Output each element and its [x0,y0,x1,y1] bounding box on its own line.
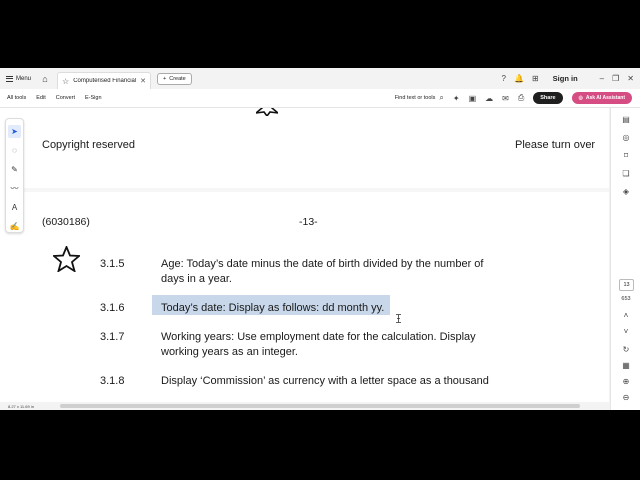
share-button[interactable]: Share [533,92,563,104]
convert-menu[interactable]: Convert [56,95,75,101]
item-text-line: Display ‘Commission’ as currency with a … [161,375,489,387]
document-code: (6030186) [42,216,90,228]
tab-document[interactable]: ☆ Computerised Financial... ✕ [57,72,152,89]
right-sidebar: ▤ ◎ ⌑ ❏ ◈ 13 653 ˄ ˅ ↻ ▦ ⊕ ⊖ [610,108,640,410]
item-number: 3.1.6 [100,302,125,314]
zoom-out-icon[interactable]: ⊖ [620,392,632,404]
footer-turn-over: Please turn over [515,139,596,151]
toolbar-menu: All tools Edit Convert E-Sign [0,95,102,101]
create-label: Create [169,75,186,82]
ai-label: Ask AI Assistant [585,95,625,101]
rotate-icon[interactable]: ↻ [620,344,632,356]
text-box-icon[interactable]: A [8,201,21,214]
page-13: (6030186) -13- 3.1.5 Age: Today’s date m… [24,192,609,403]
zoom-in-icon[interactable]: ⊕ [620,376,632,388]
tab-title: Computerised Financial... [73,78,137,84]
text-cursor-icon [396,314,401,323]
print-icon[interactable]: ⎙ [518,93,524,103]
item-text-line: working years as an integer. [161,346,298,358]
chevron-up-icon[interactable]: ˄ [620,310,632,322]
highlight-pen-icon[interactable]: ✎ [8,163,21,176]
bookmark-icon[interactable]: ⌑ [620,150,632,162]
chevron-down-icon[interactable]: ˅ [620,326,632,338]
footer-copyright: Copyright reserved [42,139,135,151]
item-number: 3.1.5 [100,258,125,270]
help-icon[interactable]: ? [502,74,506,83]
edit-menu[interactable]: Edit [36,95,45,101]
tab-bar: Menu ⌂ ☆ Computerised Financial... ✕ + C… [0,68,640,89]
copy-icon[interactable]: ❏ [620,168,632,180]
toolbar: All tools Edit Convert E-Sign Find text … [0,89,640,108]
create-button[interactable]: + Create [157,72,192,85]
save-icon[interactable]: ▣ [469,94,477,103]
home-icon[interactable]: ⌂ [37,68,53,89]
find-label: Find text or tools [394,95,436,101]
window-controls: ? 🔔 ⊞ Sign in – ❐ ✕ [502,68,640,89]
toolbar-right: Find text or tools ⌕ ✦ ▣ ☁ ✉ ⎙ Share ◎ A… [395,92,640,104]
close-tab-icon[interactable]: ✕ [140,77,146,85]
item-text-line: Age: Today’s date minus the date of birt… [161,258,484,270]
draw-icon[interactable]: 〰 [8,182,21,195]
all-tools-menu[interactable]: All tools [7,95,26,101]
ai-sparkle-icon[interactable]: ✦ [453,94,460,103]
ai-panel-icon[interactable]: ◎ [620,132,632,144]
ai-icon: ◎ [578,95,583,101]
layers-icon[interactable]: ◈ [620,186,632,198]
upload-icon[interactable]: ☁ [485,94,493,103]
comments-panel-icon[interactable]: ▤ [620,114,632,126]
esign-menu[interactable]: E-Sign [85,95,102,101]
mail-icon[interactable]: ✉ [502,94,509,103]
notifications-icon[interactable]: 🔔 [514,74,524,83]
search-icon: ⌕ [439,93,444,102]
quick-tools-rail: ➤ ◌ ✎ 〰 A ✍ [5,118,24,233]
horizontal-scrollbar[interactable] [60,404,580,408]
acrobat-window: Menu ⌂ ☆ Computerised Financial... ✕ + C… [0,68,640,410]
page-count: 653 [621,296,631,302]
document-viewport[interactable]: Copyright reserved Please turn over (603… [24,108,609,403]
close-window-icon[interactable]: ✕ [627,74,634,83]
select-tool-icon[interactable]: ➤ [8,125,21,138]
ask-ai-assistant-button[interactable]: ◎ Ask AI Assistant [571,92,632,104]
comment-icon[interactable]: ◌ [8,144,21,157]
stamp-icon[interactable]: ✍ [8,220,21,233]
star-outline-icon [256,108,278,116]
item-number: 3.1.7 [100,331,125,343]
minimize-icon[interactable]: – [600,74,604,83]
item-text-line: days in a year. [161,273,232,285]
page-size-label: 8.27 x 11.69 in [8,403,34,409]
item-text-line: Working years: Use employment date for t… [161,331,476,343]
menu-label: Menu [16,75,32,82]
star-icon[interactable]: ☆ [62,77,69,86]
page-12: Copyright reserved Please turn over [24,108,609,188]
hamburger-icon [6,75,13,82]
current-page-input[interactable]: 13 [619,279,634,291]
page-number-label: -13- [299,216,318,228]
menu-button[interactable]: Menu [0,68,37,89]
page-settings-icon[interactable]: ▦ [620,360,632,372]
plus-icon: + [163,75,167,82]
item-text-line: Today’s date: Display as follows: dd mon… [161,302,385,314]
star-outline-icon [53,246,80,272]
maximize-icon[interactable]: ❐ [612,74,619,83]
apps-grid-icon[interactable]: ⊞ [532,74,539,83]
find-tools[interactable]: Find text or tools ⌕ [395,93,444,103]
sign-in-button[interactable]: Sign in [553,74,578,83]
item-number: 3.1.8 [100,375,125,387]
